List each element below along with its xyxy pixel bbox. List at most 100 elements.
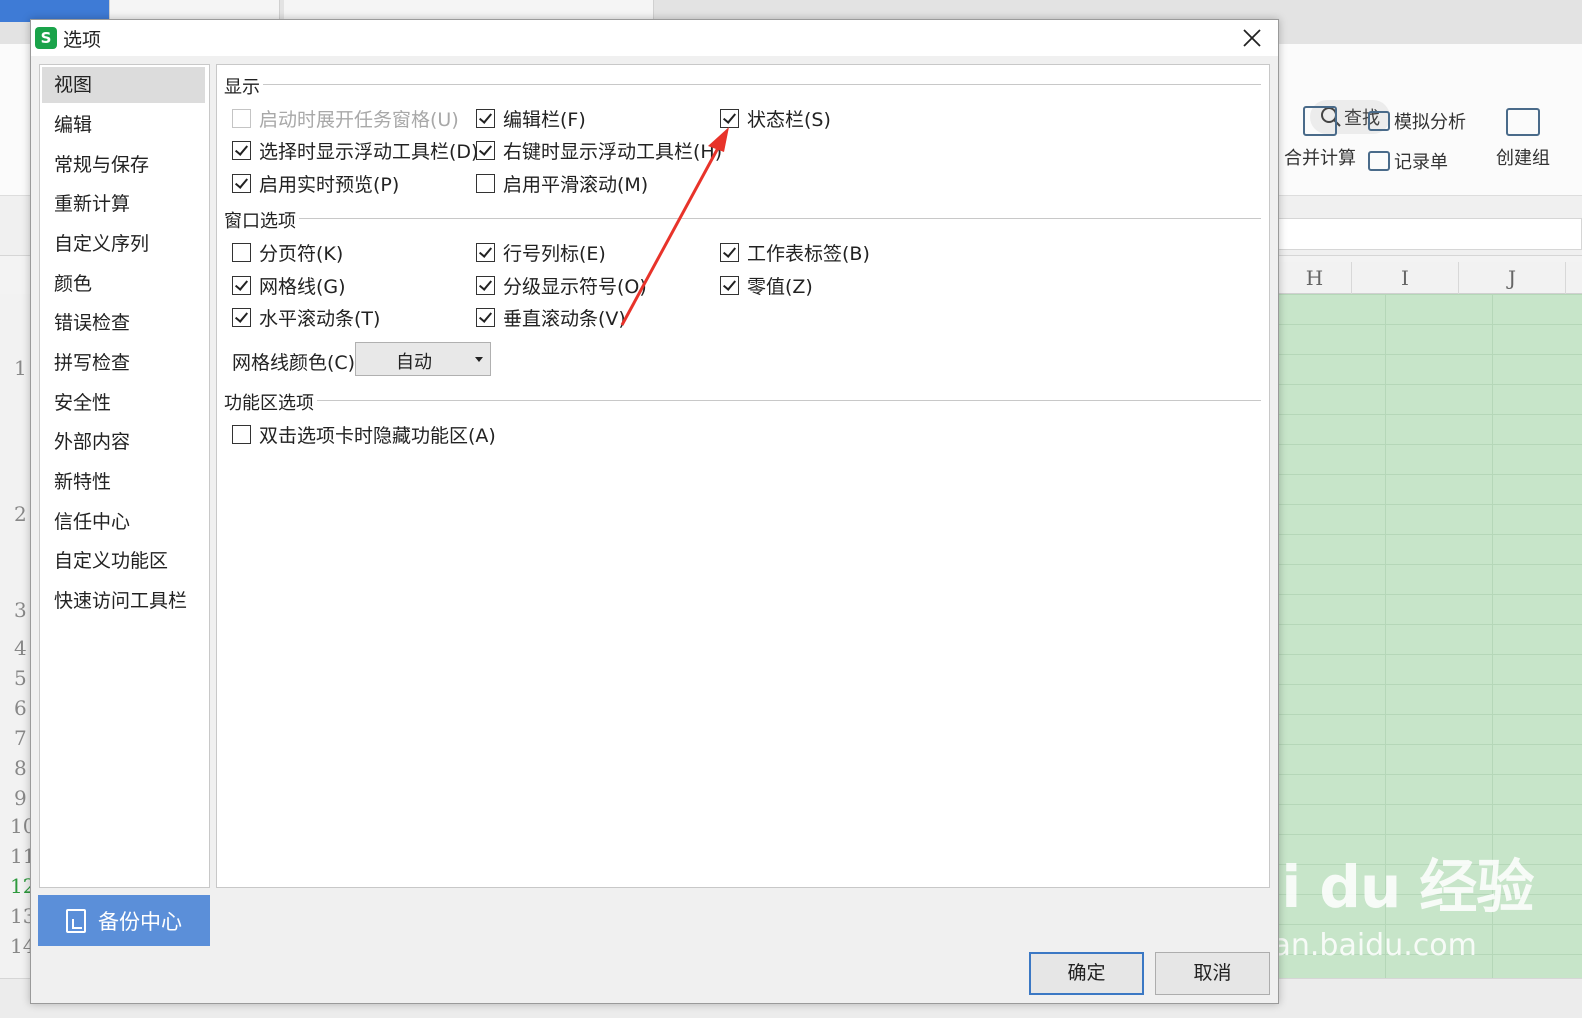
checkbox[interactable] bbox=[476, 141, 495, 160]
checkbox[interactable] bbox=[720, 243, 739, 262]
cancel-button[interactable]: 取消 bbox=[1155, 952, 1270, 995]
column-header[interactable]: I bbox=[1352, 262, 1459, 294]
sidebar-item-security[interactable]: 安全性 bbox=[42, 385, 205, 421]
option-row-column-headers[interactable]: 行号列标(E) bbox=[476, 239, 606, 266]
merge-calc-icon bbox=[1303, 106, 1337, 136]
dialog-title: 选项 bbox=[63, 29, 102, 51]
sidebar-item-new-features[interactable]: 新特性 bbox=[42, 464, 205, 500]
row-header[interactable]: 6 bbox=[14, 696, 27, 720]
option-label: 垂直滚动条(V) bbox=[503, 308, 626, 330]
option-horizontal-scrollbar[interactable]: 水平滚动条(T) bbox=[232, 304, 380, 331]
gridline-color-value: 自动 bbox=[396, 352, 432, 373]
sidebar-item-quick-access-toolbar[interactable]: 快速访问工具栏 bbox=[42, 583, 205, 619]
sidebar-item-spell-check[interactable]: 拼写检查 bbox=[42, 345, 205, 381]
backup-icon bbox=[66, 908, 86, 933]
option-label: 分级显示符号(O) bbox=[503, 276, 647, 298]
checkbox[interactable] bbox=[232, 243, 251, 262]
sidebar-item-custom-lists[interactable]: 自定义序列 bbox=[42, 226, 205, 262]
row-header[interactable]: 9 bbox=[14, 786, 27, 810]
record-sheet-icon bbox=[1368, 151, 1390, 171]
record-sheet-button[interactable]: 记录单 bbox=[1368, 148, 1448, 174]
sidebar-item-edit[interactable]: 编辑 bbox=[42, 107, 205, 143]
option-gridlines[interactable]: 网格线(G) bbox=[232, 272, 346, 299]
row-header[interactable]: 4 bbox=[14, 636, 27, 660]
option-formula-bar[interactable]: 编辑栏(F) bbox=[476, 105, 586, 132]
dialog-titlebar[interactable]: S 选项 bbox=[31, 20, 1278, 56]
option-label: 网格线(G) bbox=[259, 276, 346, 298]
option-live-preview[interactable]: 启用实时预览(P) bbox=[232, 170, 399, 197]
option-label: 分页符(K) bbox=[259, 243, 344, 265]
sidebar-item-recalculate[interactable]: 重新计算 bbox=[42, 186, 205, 222]
checkbox[interactable] bbox=[720, 109, 739, 128]
checkbox[interactable] bbox=[232, 174, 251, 193]
sidebar-item-general-save[interactable]: 常规与保存 bbox=[42, 147, 205, 183]
option-hide-ribbon-on-double-click[interactable]: 双击选项卡时隐藏功能区(A) bbox=[232, 421, 496, 448]
simulation-icon bbox=[1368, 111, 1390, 131]
option-label: 启动时展开任务窗格(U) bbox=[259, 109, 459, 131]
checkbox[interactable] bbox=[476, 243, 495, 262]
background-column-headers: H I J bbox=[1278, 262, 1582, 294]
ok-button[interactable]: 确定 bbox=[1029, 952, 1144, 995]
checkbox[interactable] bbox=[476, 276, 495, 295]
section-title-window-options: 窗口选项 bbox=[224, 211, 296, 232]
option-label: 启用实时预览(P) bbox=[259, 174, 400, 196]
section-divider bbox=[299, 218, 1261, 219]
close-icon[interactable] bbox=[1240, 26, 1264, 50]
simulation-button[interactable]: 模拟分析 bbox=[1368, 108, 1466, 134]
gridline-color-select[interactable]: 自动 bbox=[355, 342, 491, 376]
section-divider bbox=[317, 400, 1261, 401]
option-label: 零值(Z) bbox=[747, 276, 813, 298]
sidebar-item-colors[interactable]: 颜色 bbox=[42, 266, 205, 302]
background-formula-input[interactable] bbox=[1278, 218, 1582, 250]
checkbox[interactable] bbox=[232, 141, 251, 160]
create-group-label: 创建组 bbox=[1496, 148, 1550, 169]
checkbox[interactable] bbox=[720, 276, 739, 295]
option-sheet-tabs[interactable]: 工作表标签(B) bbox=[720, 239, 870, 266]
row-header[interactable]: 3 bbox=[14, 598, 27, 622]
checkbox[interactable] bbox=[232, 425, 251, 444]
background-row-headers: 1 2 3 4 5 6 7 8 9 10 11 12 13 14 bbox=[0, 294, 35, 994]
option-label: 工作表标签(B) bbox=[747, 243, 870, 265]
option-label: 水平滚动条(T) bbox=[259, 308, 381, 330]
option-page-breaks[interactable]: 分页符(K) bbox=[232, 239, 343, 266]
backup-center-button[interactable]: 备份中心 bbox=[38, 895, 210, 946]
sidebar-item-error-checking[interactable]: 错误检查 bbox=[42, 305, 205, 341]
row-header[interactable]: 8 bbox=[14, 756, 27, 780]
checkbox[interactable] bbox=[232, 308, 251, 327]
column-header[interactable]: H bbox=[1278, 262, 1352, 294]
option-expand-taskpane-on-start: 启动时展开任务窗格(U) bbox=[232, 105, 459, 132]
merge-calc-button[interactable]: 合并计算 bbox=[1284, 106, 1356, 170]
merge-calc-label: 合并计算 bbox=[1284, 148, 1356, 169]
sidebar-item-trust-center[interactable]: 信任中心 bbox=[42, 504, 205, 540]
option-float-toolbar-on-select[interactable]: 选择时显示浮动工具栏(D) bbox=[232, 137, 478, 164]
chevron-down-icon bbox=[475, 357, 483, 362]
checkbox[interactable] bbox=[476, 174, 495, 193]
option-smooth-scrolling[interactable]: 启用平滑滚动(M) bbox=[476, 170, 648, 197]
column-header[interactable]: J bbox=[1459, 262, 1566, 294]
create-group-button[interactable]: 创建组 bbox=[1496, 108, 1550, 170]
row-header[interactable]: 5 bbox=[14, 666, 27, 690]
row-header[interactable]: 7 bbox=[14, 726, 27, 750]
simulation-label: 模拟分析 bbox=[1394, 112, 1466, 133]
sidebar-item-external-content[interactable]: 外部内容 bbox=[42, 424, 205, 460]
backup-center-label: 备份中心 bbox=[98, 909, 182, 934]
sidebar-item-view[interactable]: 视图 bbox=[42, 67, 205, 103]
checkbox[interactable] bbox=[476, 308, 495, 327]
row-header[interactable]: 1 bbox=[14, 356, 27, 380]
create-group-icon bbox=[1506, 108, 1540, 136]
option-status-bar[interactable]: 状态栏(S) bbox=[720, 105, 831, 132]
checkbox[interactable] bbox=[232, 276, 251, 295]
checkbox[interactable] bbox=[476, 109, 495, 128]
gridline-color-label: 网格线颜色(C): bbox=[232, 352, 362, 374]
view-options-panel: 显示 启动时展开任务窗格(U) 编辑栏(F) 状态栏(S) 选择时显示浮动工具栏… bbox=[216, 64, 1270, 888]
option-label: 右键时显示浮动工具栏(H) bbox=[503, 141, 723, 163]
options-dialog: S 选项 视图 编辑 常规与保存 重新计算 自定义序列 颜色 错误检查 拼写检查… bbox=[30, 19, 1279, 1004]
option-zero-values[interactable]: 零值(Z) bbox=[720, 272, 813, 299]
option-label: 选择时显示浮动工具栏(D) bbox=[259, 141, 479, 163]
wps-sheets-logo-icon: S bbox=[35, 27, 57, 49]
row-header[interactable]: 2 bbox=[14, 502, 27, 526]
option-outline-symbols[interactable]: 分级显示符号(O) bbox=[476, 272, 647, 299]
sidebar-item-customize-ribbon[interactable]: 自定义功能区 bbox=[42, 543, 205, 579]
option-vertical-scrollbar[interactable]: 垂直滚动条(V) bbox=[476, 304, 626, 331]
option-float-toolbar-on-right-click[interactable]: 右键时显示浮动工具栏(H) bbox=[476, 137, 722, 164]
